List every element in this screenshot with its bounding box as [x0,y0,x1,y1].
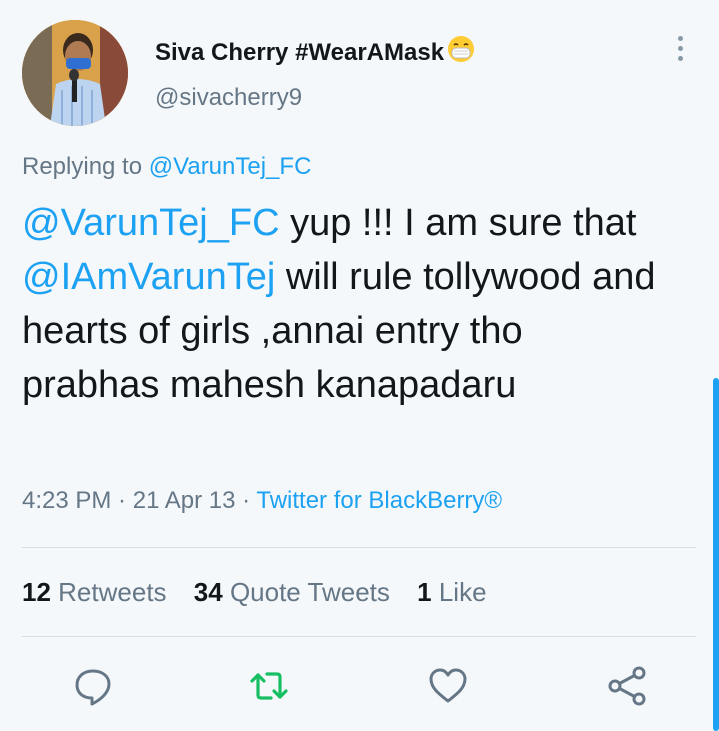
scrollbar[interactable] [713,378,719,731]
tweet-meta: 4:23 PM · 21 Apr 13 · Twitter for BlackB… [22,487,502,515]
retweets-label: Retweets [58,577,167,607]
divider [22,636,696,637]
meta-separator: · [111,487,133,514]
mask-emoji-icon [446,34,476,71]
replying-to: Replying to @VarunTej_FC [22,153,311,181]
retweets-count: 12 [22,577,51,607]
retweets-stat[interactable]: 12 Retweets [22,577,167,607]
retweet-icon[interactable] [246,663,292,709]
likes-label: Like [438,577,487,607]
tweet-source[interactable]: Twitter for BlackBerry® [256,487,502,514]
likes-count: 1 [417,577,432,607]
divider [22,547,696,548]
author-handle[interactable]: @sivacherry9 [155,84,302,112]
quote-tweets-label: Quote Tweets [229,577,390,607]
heart-icon[interactable] [425,663,471,709]
tweet-text: @VarunTej_FC yup !!! I am sure that @IAm… [22,196,662,412]
meta-separator-2: · [235,487,257,514]
author-name-text: Siva Cherry #WearAMask [155,39,445,66]
share-icon[interactable] [605,663,651,709]
tweet-mention-iamvaruntej[interactable]: @IAmVarunTej [22,256,275,298]
replying-to-mention[interactable]: @VarunTej_FC [149,153,312,180]
tweet-text-part-1: yup !!! I am sure that [279,202,637,244]
replying-to-label: Replying to [22,153,143,180]
more-icon[interactable] [675,36,685,66]
likes-stat[interactable]: 1 Like [417,577,486,607]
tweet-date: 21 Apr 13 [132,487,236,514]
avatar[interactable] [22,20,128,126]
tweet-mention-varuntej-fc[interactable]: @VarunTej_FC [22,202,280,244]
tweet-header: Siva Cherry #WearAMask @sivacherry9 [22,20,697,126]
reply-icon[interactable] [70,663,116,709]
author-name[interactable]: Siva Cherry #WearAMask [155,34,476,71]
quote-tweets-stat[interactable]: 34 Quote Tweets [194,577,390,607]
tweet-actions [22,655,696,715]
quote-tweets-count: 34 [193,577,223,607]
tweet-stats: 12 Retweets 34 Quote Tweets 1 Like [22,577,507,608]
tweet-time: 4:23 PM [22,487,112,514]
